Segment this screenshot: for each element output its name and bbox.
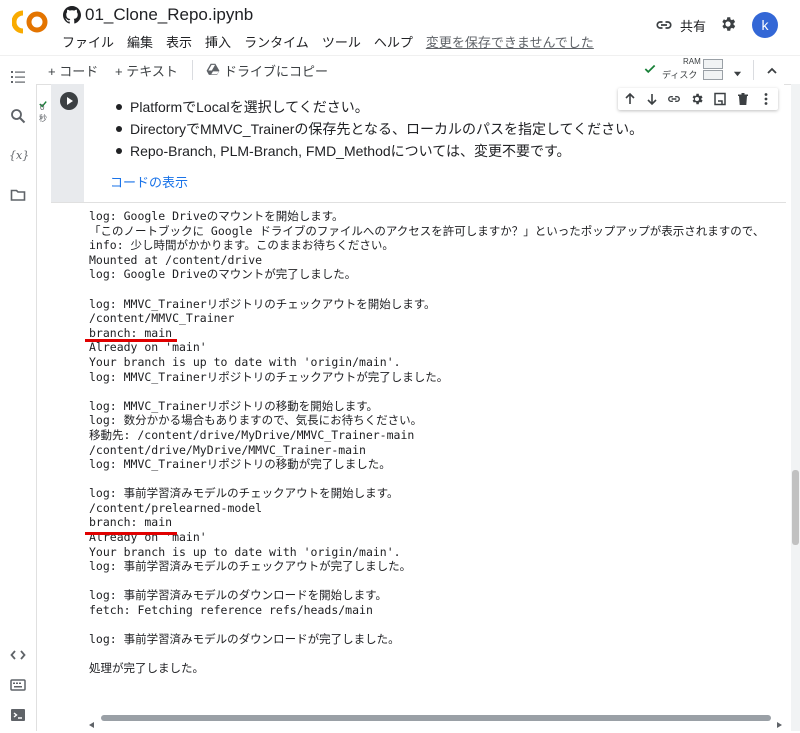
search-icon[interactable] (10, 108, 26, 124)
unsaved-notice-link[interactable]: 変更を保存できませんでした (426, 32, 594, 51)
left-sidebar (0, 84, 37, 731)
show-code-link[interactable]: コードの表示 (110, 172, 188, 191)
output-line: log: 事前学習済みモデルのチェックアウトを開始します。 (89, 486, 399, 501)
output-line: branch: main (89, 325, 173, 340)
output-line: log: Google Driveのマウントが完了しました。 (89, 267, 357, 282)
output-line: log: 事前学習済みモデルのチェックアウトが完了しました。 (89, 559, 412, 574)
output-line: info: 少し時間がかかります。このままお待ちください。 (89, 238, 394, 253)
menu-bar: ファイル 編集 表示 挿入 ランタイム ツール ヘルプ 変更を保存できませんでし… (62, 32, 607, 51)
horizontal-scroll-thumb[interactable] (101, 715, 771, 721)
share-button[interactable]: 共有 (680, 16, 706, 35)
execution-time-unit: 秒 (39, 114, 47, 123)
copy-to-drive-button[interactable]: ドライブにコピー (224, 61, 328, 80)
output-line: Your branch is up to date with 'origin/m… (89, 544, 401, 559)
notebook-title[interactable]: 01_Clone_Repo.ipynb (85, 5, 253, 25)
link-icon[interactable] (667, 92, 681, 106)
folder-icon[interactable] (10, 187, 26, 203)
ram-label: RAM (683, 57, 701, 66)
output-line: Already on 'main' (89, 530, 207, 545)
settings-gear-icon[interactable] (719, 15, 737, 33)
output-line: Already on 'main' (89, 340, 207, 355)
execution-check-icon (39, 95, 47, 108)
github-icon (63, 6, 81, 24)
output-line: 「このノートブックに Google ドライブのファイルへのアクセスを許可しますか… (89, 223, 765, 238)
terminal-icon[interactable] (10, 707, 26, 723)
output-line: /content/drive/MyDrive/MMVC_Trainer-main (89, 442, 366, 457)
highlight-underline (85, 339, 177, 342)
notebook-toolbar: + コード + テキスト ドライブにコピー RAM ディスク (0, 55, 800, 85)
link-icon[interactable] (655, 16, 673, 34)
move-down-icon[interactable] (645, 92, 659, 106)
highlight-underline (85, 532, 177, 535)
add-code-button[interactable]: + コード (48, 61, 98, 80)
toolbar-divider (753, 60, 754, 80)
drive-icon (206, 62, 220, 76)
toolbar-divider (192, 60, 193, 80)
cell-instruction-list: PlatformでLocalを選択してください。 DirectoryでMMVC_… (116, 96, 643, 162)
colab-logo[interactable] (11, 9, 48, 35)
chevron-up-icon[interactable] (766, 64, 778, 76)
app-header: 01_Clone_Repo.ipynb ファイル 編集 表示 挿入 ランタイム … (0, 0, 800, 55)
delete-icon[interactable] (736, 92, 750, 106)
execution-time: 0 (40, 103, 45, 112)
vertical-scrollbar[interactable] (791, 84, 800, 731)
menu-view[interactable]: 表示 (166, 32, 192, 51)
output-line: log: 事前学習済みモデルのダウンロードを開始します。 (89, 588, 387, 603)
output-line: /content/prelearned-model (89, 500, 263, 515)
list-item: DirectoryでMMVC_Trainerの保存先となる、ローカルのパスを指定… (116, 118, 643, 140)
output-line: /content/MMVC_Trainer (89, 311, 235, 326)
vertical-scroll-thumb[interactable] (792, 470, 799, 545)
ram-meter[interactable] (703, 59, 723, 69)
settings-gear-icon[interactable] (690, 92, 704, 106)
disk-label: ディスク (662, 70, 698, 80)
command-palette-icon[interactable] (10, 677, 26, 693)
output-line: log: MMVC_Trainerリポジトリのチェックアウトが完了しました。 (89, 369, 449, 384)
chevron-down-icon[interactable] (733, 65, 742, 77)
output-line: Mounted at /content/drive (89, 252, 263, 267)
list-item: PlatformでLocalを選択してください。 (116, 96, 643, 118)
scroll-left-icon[interactable] (89, 715, 95, 728)
user-avatar[interactable]: k (752, 12, 778, 38)
menu-runtime[interactable]: ランタイム (244, 32, 309, 51)
table-of-contents-icon[interactable] (10, 69, 26, 85)
disk-meter[interactable] (703, 70, 723, 80)
output-line: log: Google Driveのマウントを開始します。 (89, 209, 344, 223)
list-item: Repo-Branch, PLM-Branch, FMD_Methodについては… (116, 140, 643, 162)
menu-insert[interactable]: 挿入 (205, 32, 231, 51)
connected-check-icon (643, 62, 657, 76)
add-text-button[interactable]: + テキスト (115, 61, 178, 80)
output-line: log: 数分かかる場合もありますので、気長にお待ちください。 (89, 413, 423, 428)
move-up-icon[interactable] (623, 92, 637, 106)
cell-toolbar (618, 88, 778, 110)
menu-help[interactable]: ヘルプ (374, 32, 413, 51)
output-line: branch: main (89, 515, 173, 530)
output-line: Your branch is up to date with 'origin/m… (89, 354, 401, 369)
more-options-icon[interactable] (759, 92, 773, 106)
output-text: log: Google Driveのマウントを開始します。 「このノートブックに … (89, 209, 764, 676)
menu-edit[interactable]: 編集 (127, 32, 153, 51)
output-line: 移動先: /content/drive/MyDrive/MMVC_Trainer… (89, 427, 415, 442)
menu-file[interactable]: ファイル (62, 32, 114, 51)
output-line: 処理が完了しました。 (89, 661, 204, 676)
code-snippets-icon[interactable] (10, 647, 26, 663)
scroll-right-icon[interactable] (776, 715, 782, 728)
output-line: log: MMVC_Trainerリポジトリのチェックアウトを開始します。 (89, 296, 436, 311)
run-cell-button[interactable] (60, 92, 78, 110)
menu-tools[interactable]: ツール (322, 32, 361, 51)
output-line: log: MMVC_Trainerリポジトリの移動が完了しました。 (89, 457, 391, 472)
output-line: fetch: Fetching reference refs/heads/mai… (89, 603, 373, 618)
output-line: log: MMVC_Trainerリポジトリの移動を開始します。 (89, 398, 379, 413)
variables-icon[interactable]: {x} (9, 149, 29, 165)
play-icon (67, 97, 73, 105)
mirror-cell-icon[interactable] (713, 92, 727, 106)
output-line: log: 事前学習済みモデルのダウンロードが完了しました。 (89, 632, 400, 647)
